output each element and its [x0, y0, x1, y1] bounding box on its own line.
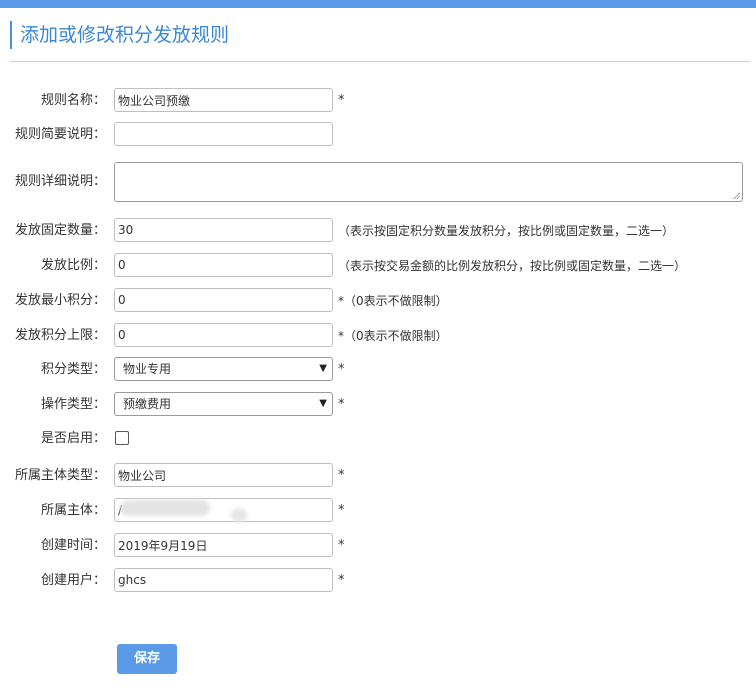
operation-type-select[interactable]: 预缴费用 ▼: [114, 392, 333, 416]
ratio-row: 发放比例： （表示按交易金额的比例发放积分，按比例或固定数量，二选一）: [0, 253, 756, 279]
created-time-label: 创建时间：: [40, 538, 106, 553]
page-title: 添加或修改积分发放规则: [10, 21, 229, 49]
required-mark: *: [338, 468, 345, 483]
points-type-row: 积分类型： 物业专用 ▼ *: [0, 357, 756, 383]
required-mark: *: [338, 503, 345, 518]
required-mark: *: [338, 397, 345, 412]
fixed-quantity-hint: （表示按固定积分数量发放积分，按比例或固定数量，二选一）: [338, 224, 675, 238]
redacted-blur: [231, 508, 247, 522]
rule-summary-row: 规则简要说明：: [0, 122, 756, 148]
operation-type-label: 操作类型：: [40, 397, 106, 412]
entity-type-row: 所属主体类型： *: [0, 463, 756, 489]
created-user-row: 创建用户： *: [0, 568, 756, 594]
rule-name-label: 规则名称：: [40, 93, 106, 108]
save-button[interactable]: 保存: [117, 644, 177, 674]
rule-summary-label: 规则简要说明：: [14, 127, 106, 142]
min-points-row: 发放最小积分： *（0表示不做限制）: [0, 288, 756, 314]
max-points-input[interactable]: [114, 323, 333, 347]
rule-name-input[interactable]: [114, 88, 333, 112]
ratio-label: 发放比例：: [40, 258, 106, 273]
top-accent-bar: [0, 0, 756, 8]
rule-summary-input[interactable]: [114, 122, 333, 146]
required-mark: *: [338, 538, 345, 553]
fixed-quantity-row: 发放固定数量： （表示按固定积分数量发放积分，按比例或固定数量，二选一）: [0, 218, 756, 244]
chevron-down-icon: ▼: [319, 363, 327, 374]
resize-grip-icon[interactable]: [733, 192, 740, 199]
chevron-down-icon: ▼: [319, 398, 327, 409]
title-divider: [10, 61, 750, 62]
enabled-row: 是否启用：: [0, 426, 756, 452]
min-points-input[interactable]: [114, 288, 333, 312]
ratio-hint: （表示按交易金额的比例发放积分，按比例或固定数量，二选一）: [338, 259, 687, 273]
entity-type-input[interactable]: [114, 463, 333, 487]
redacted-blur: [120, 500, 210, 516]
enabled-checkbox[interactable]: [115, 431, 129, 445]
max-points-label: 发放积分上限：: [14, 328, 106, 343]
created-time-row: 创建时间： *: [0, 533, 756, 559]
fixed-quantity-input[interactable]: [114, 218, 333, 242]
entity-label: 所属主体：: [40, 503, 106, 518]
enabled-label: 是否启用：: [40, 431, 106, 446]
points-type-label: 积分类型：: [40, 362, 106, 377]
required-mark: *: [338, 362, 345, 377]
rule-detail-label: 规则详细说明：: [14, 174, 106, 189]
min-points-hint: *（0表示不做限制）: [338, 294, 448, 308]
points-type-select[interactable]: 物业专用 ▼: [114, 357, 333, 381]
min-points-label: 发放最小积分：: [14, 293, 106, 308]
entity-type-label: 所属主体类型：: [14, 468, 106, 483]
required-mark: *: [338, 93, 345, 108]
created-user-input[interactable]: [114, 568, 333, 592]
created-user-label: 创建用户：: [40, 573, 106, 588]
rule-detail-row: 规则详细说明：: [0, 162, 756, 202]
created-time-input[interactable]: [114, 533, 333, 557]
ratio-input[interactable]: [114, 253, 333, 277]
max-points-row: 发放积分上限： *（0表示不做限制）: [0, 323, 756, 349]
points-type-selected: 物业专用: [123, 362, 172, 376]
operation-type-row: 操作类型： 预缴费用 ▼ *: [0, 392, 756, 418]
entity-row: 所属主体： *: [0, 498, 756, 524]
fixed-quantity-label: 发放固定数量：: [14, 223, 106, 238]
rule-detail-textarea[interactable]: [114, 162, 743, 202]
max-points-hint: *（0表示不做限制）: [338, 329, 448, 343]
required-mark: *: [338, 573, 345, 588]
operation-type-selected: 预缴费用: [123, 397, 172, 411]
rule-name-row: 规则名称： *: [0, 88, 756, 114]
